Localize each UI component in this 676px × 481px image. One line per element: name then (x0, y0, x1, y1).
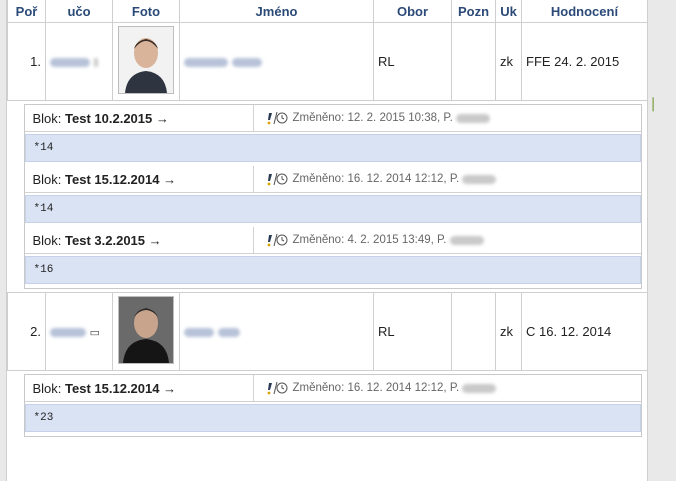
block-prefix: Blok: (32, 232, 62, 248)
block-change-info: Změněno: 16. 12. 2014 12:12, P. (254, 166, 497, 192)
redacted-surname (184, 328, 214, 338)
block-title[interactable]: Blok: Test 15.12.2014 → (25, 375, 254, 401)
column-header-note[interactable]: Pozn (451, 0, 496, 23)
photo-cell (112, 22, 180, 101)
table-header-row: Poř učo Foto Jméno Obor Pozn Uk Hodnocen… (7, 0, 648, 23)
name-cell[interactable] (179, 292, 374, 371)
blocks-panel: Blok: Test 15.12.2014 → Změněno: 16. 12.… (23, 374, 642, 437)
block-note: *16 (24, 256, 641, 284)
uco-cell[interactable] (45, 22, 113, 101)
order-cell: 2. (7, 292, 46, 371)
column-header-uco[interactable]: učo (45, 0, 113, 23)
column-header-completion[interactable]: Uk (495, 0, 522, 23)
redacted-uco (50, 328, 86, 338)
changed-by-initial: P. (437, 234, 447, 246)
redacted-editor (462, 383, 497, 393)
block-name: Test 15.12.2014 (65, 380, 160, 396)
block-row: Blok: Test 15.12.2014 → Změněno: 16. 12.… (24, 166, 641, 193)
blocks-row: Blok: Test 10.2.2015 → Změněno: 12. 2. 2… (8, 101, 648, 293)
redacted-editor (462, 174, 497, 184)
block-change-info: Změněno: 12. 2. 2015 10:38, P. (254, 105, 490, 131)
grade-cell: C 16. 12. 2014 (521, 292, 648, 371)
block-arrow: → (155, 110, 169, 126)
field-cell: RL (373, 292, 452, 371)
uco-cell[interactable]: ▭ (45, 292, 113, 371)
changed-label: Změněno: (292, 173, 345, 185)
block-name: Test 3.2.2015 (65, 232, 146, 248)
block-name: Test 10.2.2015 (65, 110, 153, 126)
block-prefix: Blok: (32, 171, 62, 187)
changed-label: Změněno: (292, 382, 345, 394)
name-cell[interactable] (179, 22, 374, 101)
block-row: Blok: Test 10.2.2015 → Změněno: 12. 2. 2… (24, 105, 641, 132)
block-row: Blok: Test 15.12.2014 → Změněno: 16. 12.… (24, 375, 641, 402)
block-arrow: → (148, 232, 162, 248)
table-row: 2. ▭ RL zk C 16. 12. 2014 (7, 292, 648, 371)
column-header-order[interactable]: Poř (7, 0, 46, 23)
changed-value: 16. 12. 2014 12:12, (347, 382, 447, 394)
changed-value: 4. 2. 2015 13:49, (347, 234, 434, 246)
edit-history-icon[interactable] (266, 172, 288, 186)
redacted-surname (184, 58, 228, 68)
table-row: 1. RL zk FFE 24. 2. 2015 ❘ (7, 22, 659, 111)
block-row: Blok: Test 3.2.2015 → Změněno: 4. 2. 201… (24, 227, 641, 254)
edit-history-icon[interactable] (266, 381, 288, 395)
block-note: *14 (24, 195, 641, 223)
students-table: Poř učo Foto Jméno Obor Pozn Uk Hodnocen… (7, 0, 659, 441)
changed-label: Změněno: (292, 112, 345, 124)
block-title[interactable]: Blok: Test 15.12.2014 → (25, 166, 254, 192)
changed-by-initial: P. (449, 173, 460, 185)
block-change-info: Změněno: 16. 12. 2014 12:12, P. (254, 375, 497, 401)
completion-cell: zk (495, 292, 522, 371)
order-cell: 1. (7, 22, 46, 101)
redacted-uco (50, 58, 90, 68)
redacted-firstname (217, 328, 240, 338)
block-arrow: → (163, 380, 177, 396)
message-icon[interactable]: ▭ (90, 327, 100, 339)
scroll-indicator-icon: ❘ (647, 95, 659, 111)
changed-value: 12. 2. 2015 10:38, (347, 112, 441, 124)
block-arrow: → (163, 171, 177, 187)
grade-cell: FFE 24. 2. 2015 ❘ (521, 22, 659, 111)
block-prefix: Blok: (32, 380, 62, 396)
changed-by-initial: P. (443, 112, 453, 124)
redacted-editor (456, 113, 490, 123)
student-photo[interactable] (118, 26, 174, 94)
column-header-grade[interactable]: Hodnocení (521, 0, 648, 23)
column-header-field[interactable]: Obor (373, 0, 452, 23)
blocks-cell: Blok: Test 15.12.2014 → Změněno: 16. 12.… (8, 371, 648, 441)
blocks-cell: Blok: Test 10.2.2015 → Změněno: 12. 2. 2… (8, 101, 648, 293)
block-name: Test 15.12.2014 (65, 171, 160, 187)
block-change-info: Změněno: 4. 2. 2015 13:49, P. (254, 227, 484, 253)
photo-cell (112, 292, 180, 371)
changed-value: 16. 12. 2014 12:12, (347, 173, 447, 185)
block-title[interactable]: Blok: Test 3.2.2015 → (25, 227, 254, 253)
blocks-row: Blok: Test 15.12.2014 → Změněno: 16. 12.… (8, 371, 648, 441)
redacted-editor (449, 235, 484, 245)
note-cell (451, 22, 496, 101)
block-prefix: Blok: (32, 110, 62, 126)
changed-label: Změněno: (292, 234, 345, 246)
blocks-panel: Blok: Test 10.2.2015 → Změněno: 12. 2. 2… (23, 104, 642, 289)
changed-by-initial: P. (449, 382, 460, 394)
field-cell: RL (373, 22, 452, 101)
block-title[interactable]: Blok: Test 10.2.2015 → (25, 105, 254, 131)
note-cell (451, 292, 496, 371)
grade-value: FFE 24. 2. 2015 (526, 54, 620, 69)
edit-history-icon[interactable] (266, 233, 288, 247)
results-panel: Poř učo Foto Jméno Obor Pozn Uk Hodnocen… (6, 0, 659, 481)
column-header-name[interactable]: Jméno (179, 0, 374, 23)
block-note: *14 (24, 134, 641, 162)
column-header-photo[interactable]: Foto (112, 0, 180, 23)
edit-history-icon[interactable] (266, 111, 288, 125)
student-photo[interactable] (118, 296, 174, 364)
redacted-firstname (231, 58, 262, 68)
redacted-mark (93, 58, 98, 68)
completion-cell: zk (495, 22, 522, 101)
block-note: *23 (24, 404, 641, 432)
